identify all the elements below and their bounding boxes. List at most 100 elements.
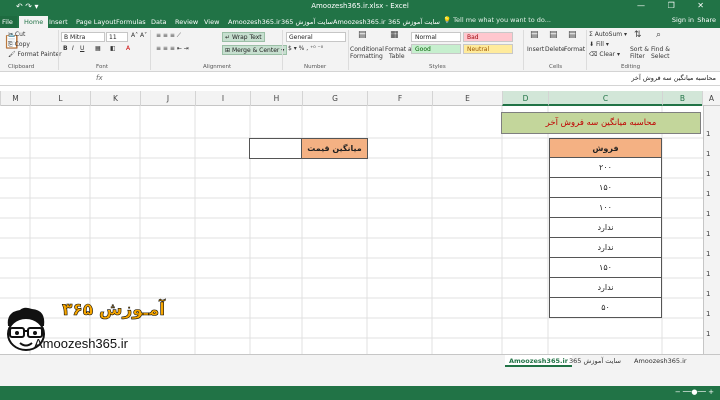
title-merged-cell[interactable]: محاسبه میانگین سه فروش آخر xyxy=(501,112,701,134)
format-as-table-icon[interactable]: ▦ xyxy=(390,30,399,40)
conditional-formatting-label[interactable]: Conditional xyxy=(350,46,384,53)
sign-in-link[interactable]: Sign in xyxy=(672,16,694,24)
tab-home[interactable]: Home xyxy=(19,16,49,28)
find-select-icon[interactable]: ⌕ xyxy=(656,30,661,40)
row-header[interactable]: 1 xyxy=(706,270,710,278)
find-select-label-2[interactable]: Select xyxy=(651,53,670,60)
sort-filter-icon[interactable]: ⇅ xyxy=(634,30,642,40)
style-normal[interactable]: Normal xyxy=(411,32,461,42)
sales-cell[interactable]: ۱۰۰ xyxy=(549,198,662,218)
column-header-g[interactable]: G xyxy=(302,91,367,106)
style-neutral[interactable]: Neutral xyxy=(463,44,513,54)
format-painter-button[interactable]: 🖌 Format Painter xyxy=(8,51,62,58)
column-header-m[interactable]: M xyxy=(0,91,30,106)
bold-button[interactable]: B xyxy=(63,45,68,52)
column-header-f[interactable]: F xyxy=(367,91,432,106)
tab-amoozesh-3[interactable]: Amoozesh365.ir xyxy=(333,16,386,28)
row-header[interactable]: 1 xyxy=(706,150,710,158)
tab-amoozesh-1[interactable]: Amoozesh365.ir xyxy=(228,16,281,28)
delete-cells-icon[interactable]: ▤ xyxy=(549,30,558,40)
copy-button[interactable]: ⎘ Copy xyxy=(8,41,30,49)
clear-button[interactable]: ⌫ Clear ▾ xyxy=(589,51,620,58)
fx-icon[interactable]: fx xyxy=(96,74,103,82)
align-left-icons[interactable]: ≡ ≡ ≡ ⇤ ⇥ xyxy=(156,45,189,52)
cut-button[interactable]: ✂ Cut xyxy=(8,31,25,38)
style-good[interactable]: Good xyxy=(411,44,461,54)
column-header-a[interactable]: A xyxy=(702,91,720,106)
row-header[interactable]: 1 xyxy=(706,230,710,238)
sales-cell[interactable]: ۲۰۰ xyxy=(549,158,662,178)
italic-button[interactable]: I xyxy=(72,45,74,52)
fill-button[interactable]: ⬇ Fill ▾ xyxy=(589,41,609,48)
underline-button[interactable]: U xyxy=(80,45,84,52)
format-as-table-label-2[interactable]: Table xyxy=(389,53,405,60)
row-header[interactable]: 1 xyxy=(706,250,710,258)
row-header[interactable]: 1 xyxy=(706,290,710,298)
format-cells-icon[interactable]: ▤ xyxy=(568,30,577,40)
column-header-e[interactable]: E xyxy=(432,91,502,106)
conditional-formatting-icon[interactable]: ▤ xyxy=(358,30,367,40)
tab-file[interactable]: File xyxy=(0,16,17,28)
font-grow-shrink[interactable]: A˄ A˅ xyxy=(131,32,147,39)
formula-bar[interactable]: fx محاسبه میانگین سه فروش آخر xyxy=(0,72,720,86)
average-price-value-cell[interactable] xyxy=(249,138,301,159)
tab-review[interactable]: Review xyxy=(175,16,198,28)
sheet-tab-2[interactable]: سایت آموزش 365 xyxy=(565,355,625,367)
align-top-icons[interactable]: ≡ ≡ ≡ ⟋ xyxy=(156,32,181,40)
column-header-c[interactable]: C xyxy=(548,91,662,106)
row-header[interactable]: 1 xyxy=(706,210,710,218)
sort-filter-label[interactable]: Sort & xyxy=(630,46,649,53)
column-header-i[interactable]: I xyxy=(195,91,250,106)
format-cells-button[interactable]: Format xyxy=(564,46,585,53)
row-header[interactable]: 1 xyxy=(706,190,710,198)
sheet-tab-1[interactable]: Amoozesh365.ir xyxy=(505,355,572,367)
tab-data[interactable]: Data xyxy=(151,16,167,28)
column-header-h[interactable]: H xyxy=(250,91,302,106)
zoom-slider[interactable]: − ──●── + xyxy=(675,388,714,396)
row-header[interactable]: 1 xyxy=(706,130,710,138)
sales-cell[interactable]: ۱۵۰ xyxy=(549,178,662,198)
sales-cell[interactable]: ندارد xyxy=(549,238,662,258)
row-header[interactable]: 1 xyxy=(706,310,710,318)
window-controls[interactable]: — ❐ ✕ xyxy=(637,1,714,10)
font-color-icon[interactable]: A xyxy=(126,45,130,52)
borders-icon[interactable]: ▦ xyxy=(95,45,101,52)
number-format-icons[interactable]: $ ▾ % , ⁺⁰ ⁻⁰ xyxy=(288,45,323,52)
font-name-select[interactable]: B Mitra xyxy=(61,32,105,42)
column-header-j[interactable]: J xyxy=(140,91,195,106)
average-price-label[interactable]: میانگین قیمت xyxy=(301,138,368,159)
sales-cell[interactable]: ۱۵۰ xyxy=(549,258,662,278)
tab-amoozesh-4[interactable]: سایت آموزش 365 xyxy=(388,16,440,28)
insert-cells-icon[interactable]: ▤ xyxy=(530,30,539,40)
tab-page-layout[interactable]: Page Layout xyxy=(76,16,116,28)
sales-cell[interactable]: ندارد xyxy=(549,218,662,238)
tab-amoozesh-2[interactable]: سایت آموزش 365 xyxy=(281,16,333,28)
delete-cells-button[interactable]: Delete xyxy=(545,46,565,53)
column-header-b[interactable]: B xyxy=(662,91,702,106)
tab-formulas[interactable]: Formulas xyxy=(116,16,146,28)
find-select-label[interactable]: Find & xyxy=(651,46,670,53)
font-size-select[interactable]: 11 xyxy=(106,32,128,42)
insert-cells-button[interactable]: Insert xyxy=(527,46,544,53)
sales-cell[interactable]: ۵۰ xyxy=(549,298,662,318)
tab-insert[interactable]: Insert xyxy=(49,16,68,28)
sort-filter-label-2[interactable]: Filter xyxy=(630,53,645,60)
formula-content[interactable]: محاسبه میانگین سه فروش آخر xyxy=(631,74,716,82)
number-format-select[interactable]: General xyxy=(286,32,346,42)
sheet-tab-3[interactable]: Amoozesh365.ir xyxy=(630,355,691,367)
sales-cell[interactable]: ندارد xyxy=(549,278,662,298)
style-bad[interactable]: Bad xyxy=(463,32,513,42)
wrap-text-button[interactable]: ↵ Wrap Text xyxy=(222,32,265,42)
tab-view[interactable]: View xyxy=(204,16,219,28)
merge-center-button[interactable]: ⊞ Merge & Center ▾ xyxy=(222,45,288,55)
column-header-l[interactable]: L xyxy=(30,91,90,106)
column-header-d[interactable]: D xyxy=(502,91,548,106)
share-button[interactable]: Share xyxy=(697,16,716,24)
row-header[interactable]: 1 xyxy=(706,170,710,178)
autosum-button[interactable]: Σ AutoSum ▾ xyxy=(589,31,627,38)
tell-me-box[interactable]: 💡 Tell me what you want to do... xyxy=(443,16,551,24)
row-header[interactable]: 1 xyxy=(706,330,710,338)
sales-table-header[interactable]: فروش xyxy=(549,138,662,158)
column-header-k[interactable]: K xyxy=(90,91,140,106)
fill-color-icon[interactable]: ◧ xyxy=(110,45,116,52)
